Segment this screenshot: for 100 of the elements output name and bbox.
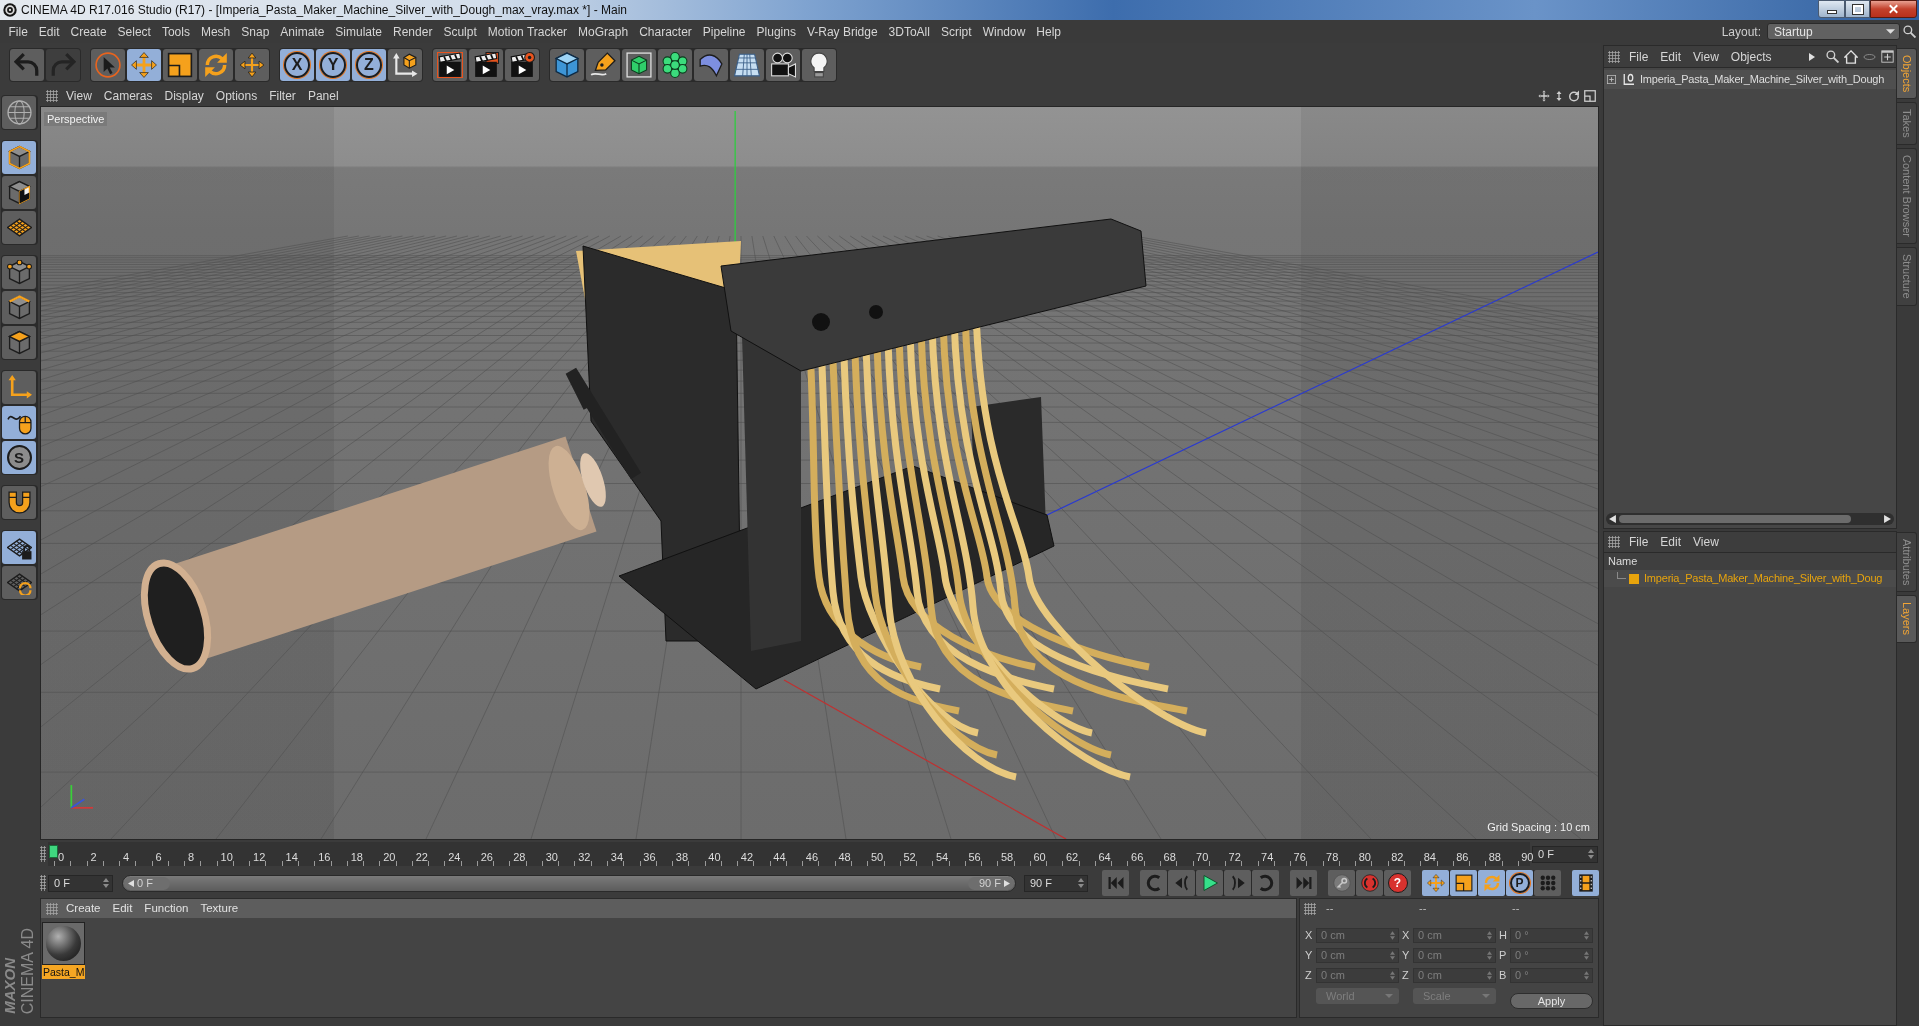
cloner-button[interactable]: [658, 48, 692, 81]
menu-item[interactable]: Plugins: [751, 22, 802, 41]
render-view-button[interactable]: [433, 48, 467, 81]
z-axis-button[interactable]: Z: [352, 48, 386, 81]
menu-item[interactable]: Objects: [1724, 47, 1778, 66]
timeline-button[interactable]: [1572, 870, 1599, 896]
menu-item[interactable]: Render: [387, 22, 438, 41]
menu-item[interactable]: 3DToAll: [883, 22, 936, 41]
material-preview[interactable]: [42, 922, 85, 965]
current-frame-field[interactable]: 0 F: [1532, 845, 1598, 863]
points-button[interactable]: [2, 256, 36, 289]
menu-item[interactable]: Edit: [33, 22, 66, 41]
menu-item[interactable]: Mesh: [195, 22, 236, 41]
solo-button[interactable]: S: [2, 441, 36, 474]
maximize-button[interactable]: [1845, 0, 1870, 18]
side-tab[interactable]: Objects: [1897, 48, 1917, 100]
parameter-button[interactable]: P: [1506, 870, 1533, 896]
planar-workplane-button[interactable]: [2, 566, 36, 599]
menu-item[interactable]: Snap: [235, 22, 275, 41]
first-frame-button[interactable]: [1102, 870, 1129, 896]
texture-button[interactable]: [2, 176, 36, 209]
scale-button[interactable]: [163, 48, 197, 81]
menu-item[interactable]: View: [60, 87, 98, 105]
range-handle[interactable]: 90 F: [968, 876, 1014, 890]
material-name[interactable]: Pasta_M: [42, 965, 86, 979]
menu-item[interactable]: Cameras: [97, 87, 159, 105]
menu-item[interactable]: Motion Tracker: [482, 22, 573, 41]
render-settings-button[interactable]: [505, 48, 539, 81]
menu-item[interactable]: View: [1687, 533, 1725, 551]
point-level-button[interactable]: [1534, 870, 1561, 896]
tweak-button[interactable]: [2, 406, 36, 439]
grip-icon[interactable]: [1608, 536, 1620, 548]
play-button[interactable]: [1196, 870, 1223, 896]
menu-item[interactable]: Tools: [156, 22, 196, 41]
workplane-button[interactable]: [2, 211, 36, 244]
polygons-button[interactable]: [2, 326, 36, 359]
horizontal-scrollbar[interactable]: [1606, 513, 1894, 525]
menu-item[interactable]: Create: [65, 22, 113, 41]
previous-frame-button[interactable]: [1168, 870, 1195, 896]
undo-button[interactable]: [10, 48, 44, 81]
next-frame-button[interactable]: [1224, 870, 1251, 896]
minimize-button[interactable]: [1818, 0, 1845, 18]
menu-item[interactable]: V-Ray Bridge: [801, 22, 884, 41]
y-axis-button[interactable]: Y: [316, 48, 350, 81]
menu-item[interactable]: Edit: [106, 899, 139, 918]
menu-item[interactable]: Pipeline: [697, 22, 752, 41]
menu-item[interactable]: Texture: [194, 899, 245, 918]
menu-item[interactable]: Help: [1030, 22, 1067, 41]
subdivision-button[interactable]: [622, 48, 656, 81]
scrollbar-thumb[interactable]: [1619, 515, 1851, 523]
apply-button[interactable]: Apply: [1510, 993, 1593, 1009]
menu-item[interactable]: Function: [138, 899, 195, 918]
layer-color-swatch[interactable]: [1629, 573, 1639, 584]
grip-icon[interactable]: [1608, 50, 1620, 63]
menu-item[interactable]: Edit: [1654, 47, 1688, 66]
rotate-button[interactable]: [199, 48, 233, 81]
menu-item[interactable]: Display: [158, 87, 210, 105]
select-button[interactable]: [91, 48, 125, 81]
menu-item[interactable]: File: [1623, 47, 1655, 66]
x-axis-button[interactable]: X: [280, 48, 314, 81]
cube-button[interactable]: [550, 48, 584, 81]
question-button[interactable]: ?: [1384, 870, 1411, 896]
menu-item[interactable]: Animate: [274, 22, 330, 41]
playhead[interactable]: [49, 845, 58, 858]
end-frame-field[interactable]: 90 F: [1024, 874, 1088, 892]
menu-item[interactable]: Edit: [1654, 533, 1688, 551]
next-key-button[interactable]: [1252, 870, 1279, 896]
object-row[interactable]: Imperia_Pasta_Maker_Machine_Silver_with_Dough: [1604, 70, 1896, 89]
start-frame-field[interactable]: 0 F: [48, 874, 113, 892]
light-button[interactable]: [802, 48, 836, 81]
move-button[interactable]: [127, 48, 161, 81]
menu-item[interactable]: Sculpt: [437, 22, 483, 41]
last-frame-button[interactable]: [1290, 870, 1317, 896]
camera-button[interactable]: [766, 48, 800, 81]
grip-icon[interactable]: [40, 846, 46, 862]
menu-item[interactable]: Options: [209, 87, 264, 105]
grip-icon[interactable]: [1304, 902, 1316, 915]
key-button[interactable]: [1328, 870, 1355, 896]
coordinate-system-button[interactable]: [388, 48, 422, 81]
floor-button[interactable]: [730, 48, 764, 81]
grip-icon[interactable]: [46, 90, 58, 102]
close-button[interactable]: [1870, 0, 1917, 18]
range-handle[interactable]: 0 F: [124, 876, 170, 890]
snap-button[interactable]: [2, 486, 36, 519]
menu-item[interactable]: Create: [60, 899, 107, 918]
menu-item[interactable]: Window: [977, 22, 1031, 41]
menu-item[interactable]: Script: [935, 22, 978, 41]
menu-item[interactable]: View: [1687, 47, 1725, 66]
transform-button[interactable]: [235, 48, 269, 81]
frame-range-slider[interactable]: 0 F 90 F: [122, 874, 1016, 892]
scale-button[interactable]: [1450, 870, 1477, 896]
menu-item[interactable]: MoGraph: [572, 22, 634, 41]
grip-icon[interactable]: [40, 875, 46, 891]
menu-item[interactable]: File: [3, 22, 34, 41]
model-button[interactable]: [2, 141, 36, 174]
edges-button[interactable]: [2, 291, 36, 324]
previous-key-button[interactable]: [1140, 870, 1167, 896]
menu-item[interactable]: Character: [633, 22, 698, 41]
menu-item[interactable]: Panel: [301, 87, 345, 105]
menu-item[interactable]: Select: [112, 22, 157, 41]
